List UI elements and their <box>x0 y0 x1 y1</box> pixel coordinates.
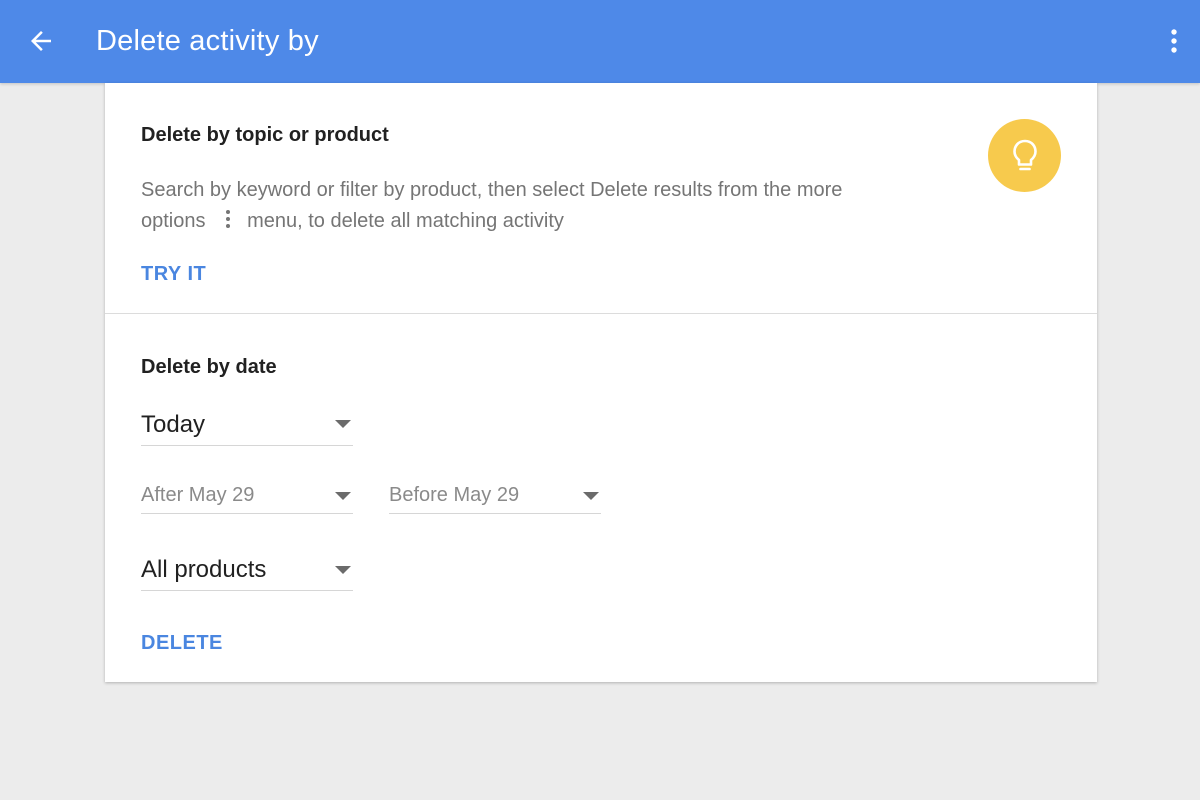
delete-button[interactable]: DELETE <box>141 632 223 655</box>
section-divider <box>105 313 1097 314</box>
product-dropdown[interactable]: All products <box>141 547 353 591</box>
app-bar: Delete activity by <box>0 0 1200 83</box>
product-value: All products <box>141 556 267 583</box>
lightbulb-illustration <box>988 119 1061 192</box>
dropdown-arrow-icon <box>335 420 351 428</box>
back-button[interactable] <box>22 22 60 60</box>
date-range-dropdown[interactable]: Today <box>141 401 353 446</box>
date-range-value: Today <box>141 411 206 438</box>
more-vert-icon <box>226 210 231 228</box>
before-date-value: Before May 29 <box>389 484 520 506</box>
after-date-dropdown[interactable]: After May 29 <box>141 481 353 514</box>
topic-section-heading: Delete by topic or product <box>141 124 389 146</box>
after-date-value: After May 29 <box>141 484 255 506</box>
date-section-heading: Delete by date <box>141 356 277 378</box>
topic-section: Delete by topic or product Search by key… <box>105 83 1097 313</box>
arrow-back-icon <box>31 31 51 51</box>
delete-options-card: Delete by topic or product Search by key… <box>105 83 1097 682</box>
dropdown-arrow-icon <box>335 492 351 500</box>
dropdown-arrow-icon <box>335 566 351 574</box>
description-text-part2: menu, to delete all matching activity <box>247 210 564 232</box>
lightbulb-icon <box>1012 139 1037 170</box>
topic-description: Search by keyword or filter by product, … <box>141 175 901 237</box>
page-title: Delete activity by <box>96 25 319 57</box>
more-vert-icon <box>1171 29 1177 53</box>
before-date-dropdown[interactable]: Before May 29 <box>389 481 601 514</box>
more-options-button[interactable] <box>1162 22 1186 60</box>
dropdown-arrow-icon <box>583 492 599 500</box>
try-it-button[interactable]: TRY IT <box>141 263 206 286</box>
